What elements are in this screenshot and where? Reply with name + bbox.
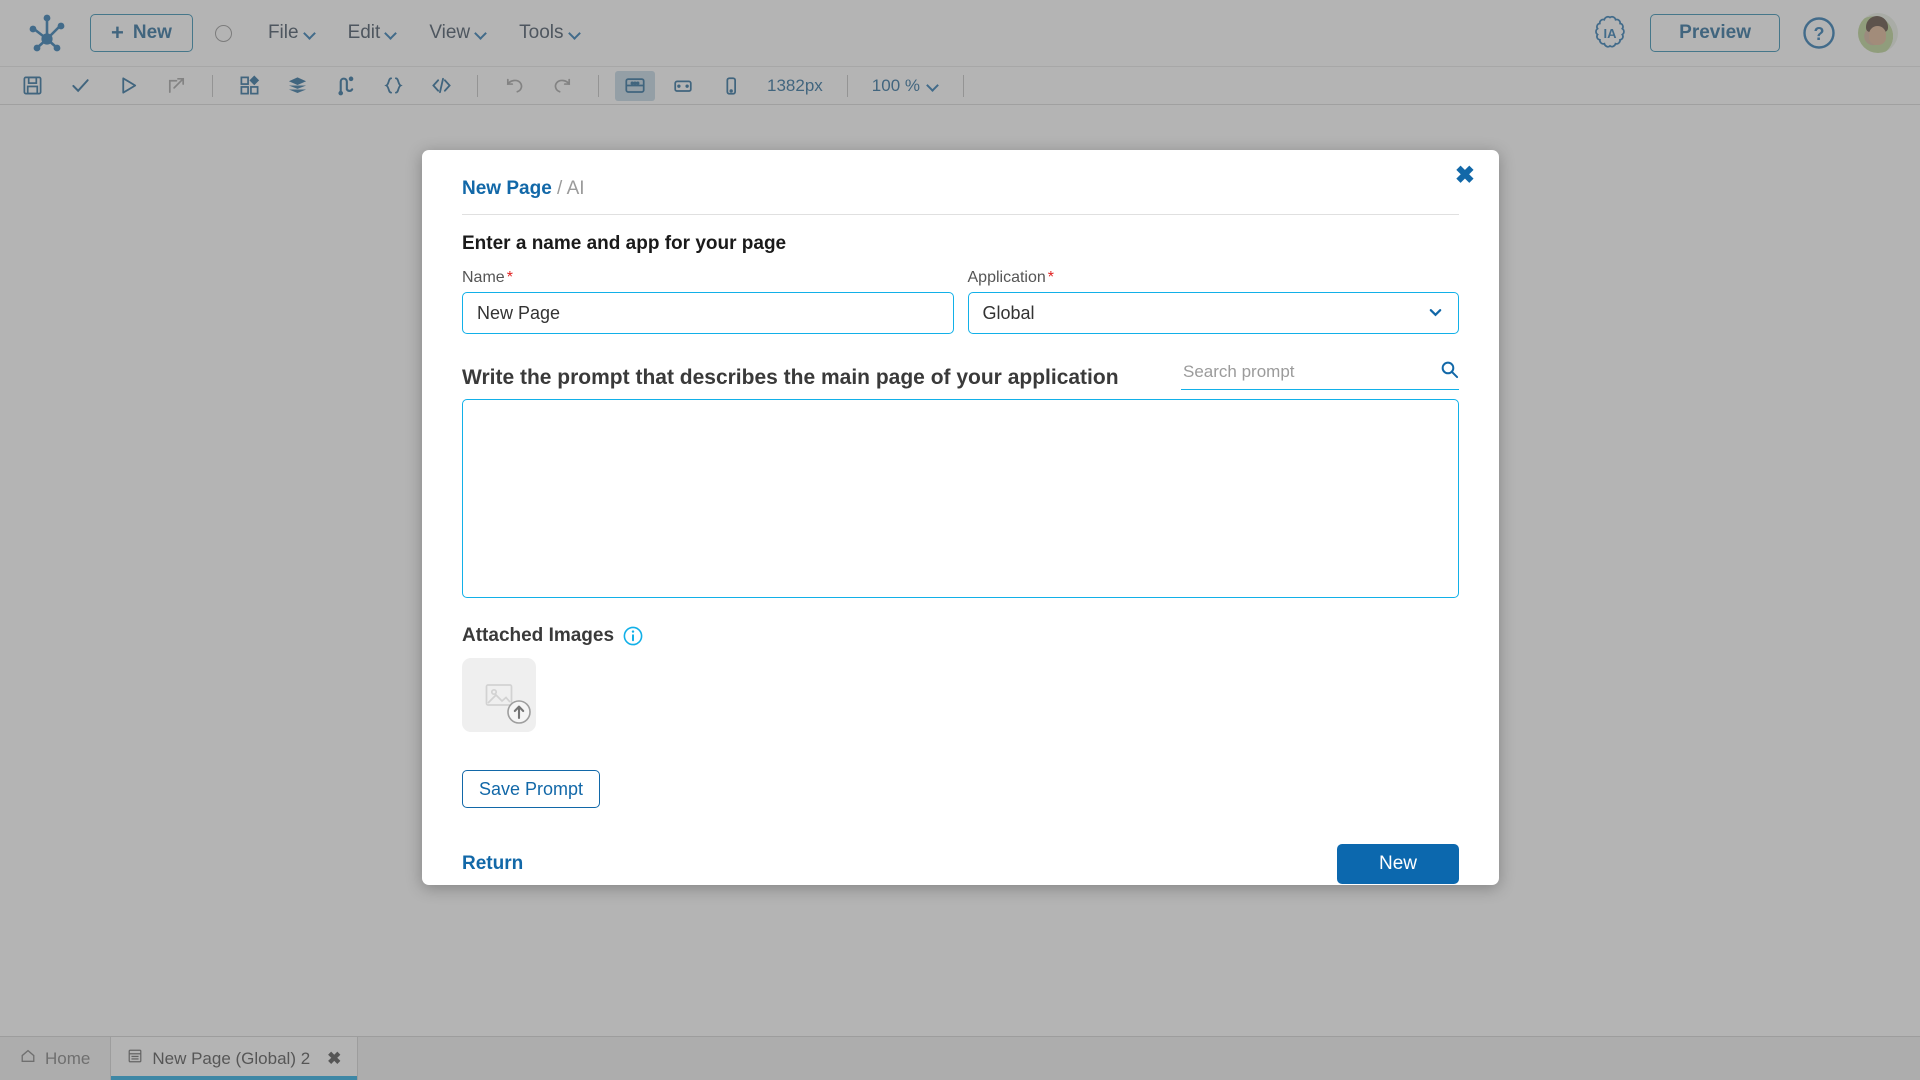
info-circle-icon[interactable] — [623, 626, 643, 646]
prompt-title: Write the prompt that describes the main… — [462, 366, 1119, 390]
application-select-wrapper — [968, 292, 1460, 334]
attached-images-label: Attached Images — [462, 625, 614, 647]
application-field-group: Application* — [968, 269, 1460, 334]
upload-arrow-icon[interactable] — [506, 699, 532, 730]
section-title: Enter a name and app for your page — [462, 233, 1459, 255]
save-prompt-label: Save Prompt — [479, 779, 583, 799]
required-marker: * — [507, 269, 513, 286]
prompt-textarea[interactable] — [462, 399, 1459, 598]
create-new-button[interactable]: New — [1337, 844, 1459, 884]
name-input[interactable] — [462, 292, 954, 334]
image-upload-tile[interactable] — [462, 658, 536, 732]
breadcrumb-current: AI — [567, 178, 585, 199]
search-icon[interactable] — [1440, 360, 1459, 384]
header-divider — [462, 214, 1459, 215]
dialog-footer: Return New — [462, 844, 1459, 884]
save-prompt-button[interactable]: Save Prompt — [462, 770, 600, 808]
application-select[interactable] — [968, 292, 1460, 334]
search-prompt-input[interactable] — [1181, 361, 1430, 383]
return-link[interactable]: Return — [462, 853, 523, 875]
name-field-label: Name* — [462, 269, 954, 287]
application-label-text: Application — [968, 269, 1046, 286]
breadcrumb-separator: / — [557, 178, 562, 199]
breadcrumb: New Page / AI — [462, 176, 1459, 214]
prompt-header: Write the prompt that describes the main… — [462, 360, 1459, 390]
name-field-group: Name* — [462, 269, 954, 334]
name-label-text: Name — [462, 269, 505, 286]
search-prompt-group — [1181, 360, 1459, 390]
required-marker: * — [1048, 269, 1054, 286]
form-fields-row: Name* Application* — [462, 269, 1459, 334]
application-field-label: Application* — [968, 269, 1460, 287]
breadcrumb-main[interactable]: New Page — [462, 178, 552, 199]
attached-images-header: Attached Images — [462, 625, 1459, 647]
close-icon[interactable]: ✖ — [1455, 164, 1475, 188]
create-new-label: New — [1379, 853, 1417, 874]
new-page-dialog: ✖ New Page / AI Enter a name and app for… — [422, 150, 1499, 885]
